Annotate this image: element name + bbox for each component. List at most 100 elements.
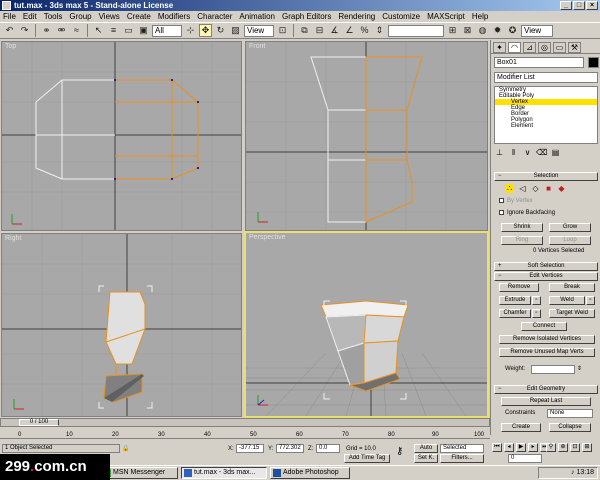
x-coord-field[interactable]: -377.15 [236,444,264,453]
configure-sets-icon[interactable]: ▤ [550,148,561,159]
constraints-select[interactable]: None [547,409,593,418]
app-icon[interactable] [2,1,11,10]
menu-animation[interactable]: Animation [239,11,275,22]
render-scene-icon[interactable]: ✹ [491,24,504,37]
soft-selection-rollout-header[interactable]: + Soft Selection [494,262,598,271]
viewport-perspective-label[interactable]: Perspective [249,234,286,241]
select-link-icon[interactable]: ⚭ [40,24,53,37]
viewport-front-label[interactable]: Front [249,43,265,50]
weight-field[interactable] [531,365,575,374]
weld-button[interactable]: Weld [549,296,585,305]
object-color-swatch[interactable] [588,57,599,68]
viewport-right[interactable]: Right [1,233,242,417]
trackbar[interactable]: 0 10 20 30 40 50 60 70 80 90 100 [0,428,490,439]
menu-customize[interactable]: Customize [382,11,420,22]
align-icon[interactable]: ⊟ [313,24,326,37]
ring-button[interactable]: Ring [501,236,543,245]
polygon-level-icon[interactable]: ■ [544,184,553,193]
go-to-start-icon[interactable]: ⏮ [492,443,502,452]
viewport-perspective[interactable]: Perspective [244,231,489,418]
menu-character[interactable]: Character [197,11,232,22]
menu-file[interactable]: File [3,11,16,22]
maximize-button[interactable]: □ [573,1,585,10]
undo-icon[interactable]: ↶ [3,24,16,37]
key-filters-button[interactable]: Filters... [440,454,484,463]
task-3ds-max[interactable]: tut.max - 3ds max... [181,467,267,479]
repeat-last-button[interactable]: Repeat Last [501,397,591,406]
selection-rollout-header[interactable]: − Selection [494,172,598,181]
y-coord-field[interactable]: 772.302 [276,444,304,453]
select-and-rotate-icon[interactable]: ↻ [214,24,227,37]
edit-vertices-rollout-header[interactable]: − Edit Vertices [494,272,598,281]
zoom-extents-icon[interactable]: ⊡ [570,443,580,452]
minimize-button[interactable]: _ [560,1,572,10]
create-button[interactable]: Create [501,423,541,432]
material-editor-icon[interactable]: ◍ [476,24,489,37]
chamfer-button[interactable]: Chamfer [499,309,531,318]
menu-modifiers[interactable]: Modifiers [158,11,190,22]
snap-toggle-icon[interactable]: ∡ [328,24,341,37]
modify-tab-icon[interactable]: ◠ [508,42,521,53]
rectangular-selection-icon[interactable]: ▭ [122,24,135,37]
menu-views[interactable]: Views [99,11,120,22]
extrude-button[interactable]: Extrude [499,296,531,305]
time-slider[interactable]: 0 / 100 [0,418,490,427]
vertex-level-icon[interactable]: ∴ [505,184,514,193]
unlink-icon[interactable]: ⚮ [55,24,68,37]
pivot-center-icon[interactable]: ⊡ [276,24,289,37]
task-msn-messenger[interactable]: MSN Messenger [100,467,178,479]
show-end-result-icon[interactable]: ‖ [508,148,519,159]
bind-space-warp-icon[interactable]: ≈ [70,24,83,37]
task-photoshop[interactable]: Adobe Photoshop [270,467,350,479]
menu-create[interactable]: Create [127,11,151,22]
zoom-extents-all-icon[interactable]: ⊞ [582,443,592,452]
z-coord-field[interactable]: 0.0 [316,444,340,453]
zoom-icon[interactable]: ⚲ [546,443,556,452]
menu-rendering[interactable]: Rendering [338,11,375,22]
shrink-button[interactable]: Shrink [501,223,543,232]
add-time-tag-button[interactable]: Add Time Tag [344,454,390,463]
element-level-icon[interactable]: ◆ [557,184,566,193]
quick-render-icon[interactable]: ✪ [506,24,519,37]
stack-item-element[interactable]: Element [495,123,597,129]
auto-key-button[interactable]: Auto [414,444,438,453]
named-selection-set-select[interactable] [388,24,444,37]
select-object-icon[interactable]: ↖ [92,24,105,37]
selection-filter-select[interactable]: All [152,24,182,37]
connect-button[interactable]: Connect [521,322,567,331]
percent-snap-icon[interactable]: % [358,24,371,37]
select-and-move-icon[interactable]: ✥ [199,24,212,37]
break-button[interactable]: Break [549,283,595,292]
window-crossing-icon[interactable]: ▣ [137,24,150,37]
mirror-icon[interactable]: ⧉ [298,24,311,37]
current-frame-field[interactable]: 0 [508,454,542,463]
redo-icon[interactable]: ↷ [18,24,31,37]
viewport-top-label[interactable]: Top [5,43,16,50]
border-level-icon[interactable]: ◇ [531,184,540,193]
menu-group[interactable]: Group [69,11,91,22]
edit-geometry-rollout-header[interactable]: − Edit Geometry [494,385,598,394]
modifier-list-select[interactable]: Modifier List [494,72,598,83]
menu-maxscript[interactable]: MAXScript [427,11,465,22]
menu-tools[interactable]: Tools [44,11,63,22]
weld-settings-icon[interactable]: ▫ [586,296,595,305]
zoom-all-icon[interactable]: ⊕ [558,443,568,452]
selected-key-filter-select[interactable]: Selected [440,444,484,453]
chamfer-settings-icon[interactable]: ▫ [532,309,541,318]
by-vertex-checkbox[interactable]: By Vertex [499,197,533,205]
create-tab-icon[interactable]: ✦ [493,42,506,53]
menu-help[interactable]: Help [472,11,488,22]
set-key-button[interactable]: Set K. [414,454,438,463]
select-and-manipulate-icon[interactable]: ⊹ [184,24,197,37]
make-unique-icon[interactable]: ∨ [522,148,533,159]
key-icon[interactable]: ⚷ [396,447,403,457]
remove-button[interactable]: Remove [499,283,539,292]
utilities-tab-icon[interactable]: ⚒ [568,42,581,53]
close-button[interactable]: × [586,1,598,10]
schematic-view-icon[interactable]: ⊠ [461,24,474,37]
edge-level-icon[interactable]: ◁ [518,184,527,193]
previous-frame-icon[interactable]: ◂ [504,443,514,452]
menu-edit[interactable]: Edit [23,11,37,22]
track-view-icon[interactable]: ⊞ [446,24,459,37]
remove-unused-map-verts-button[interactable]: Remove Unused Map Verts [499,348,595,357]
